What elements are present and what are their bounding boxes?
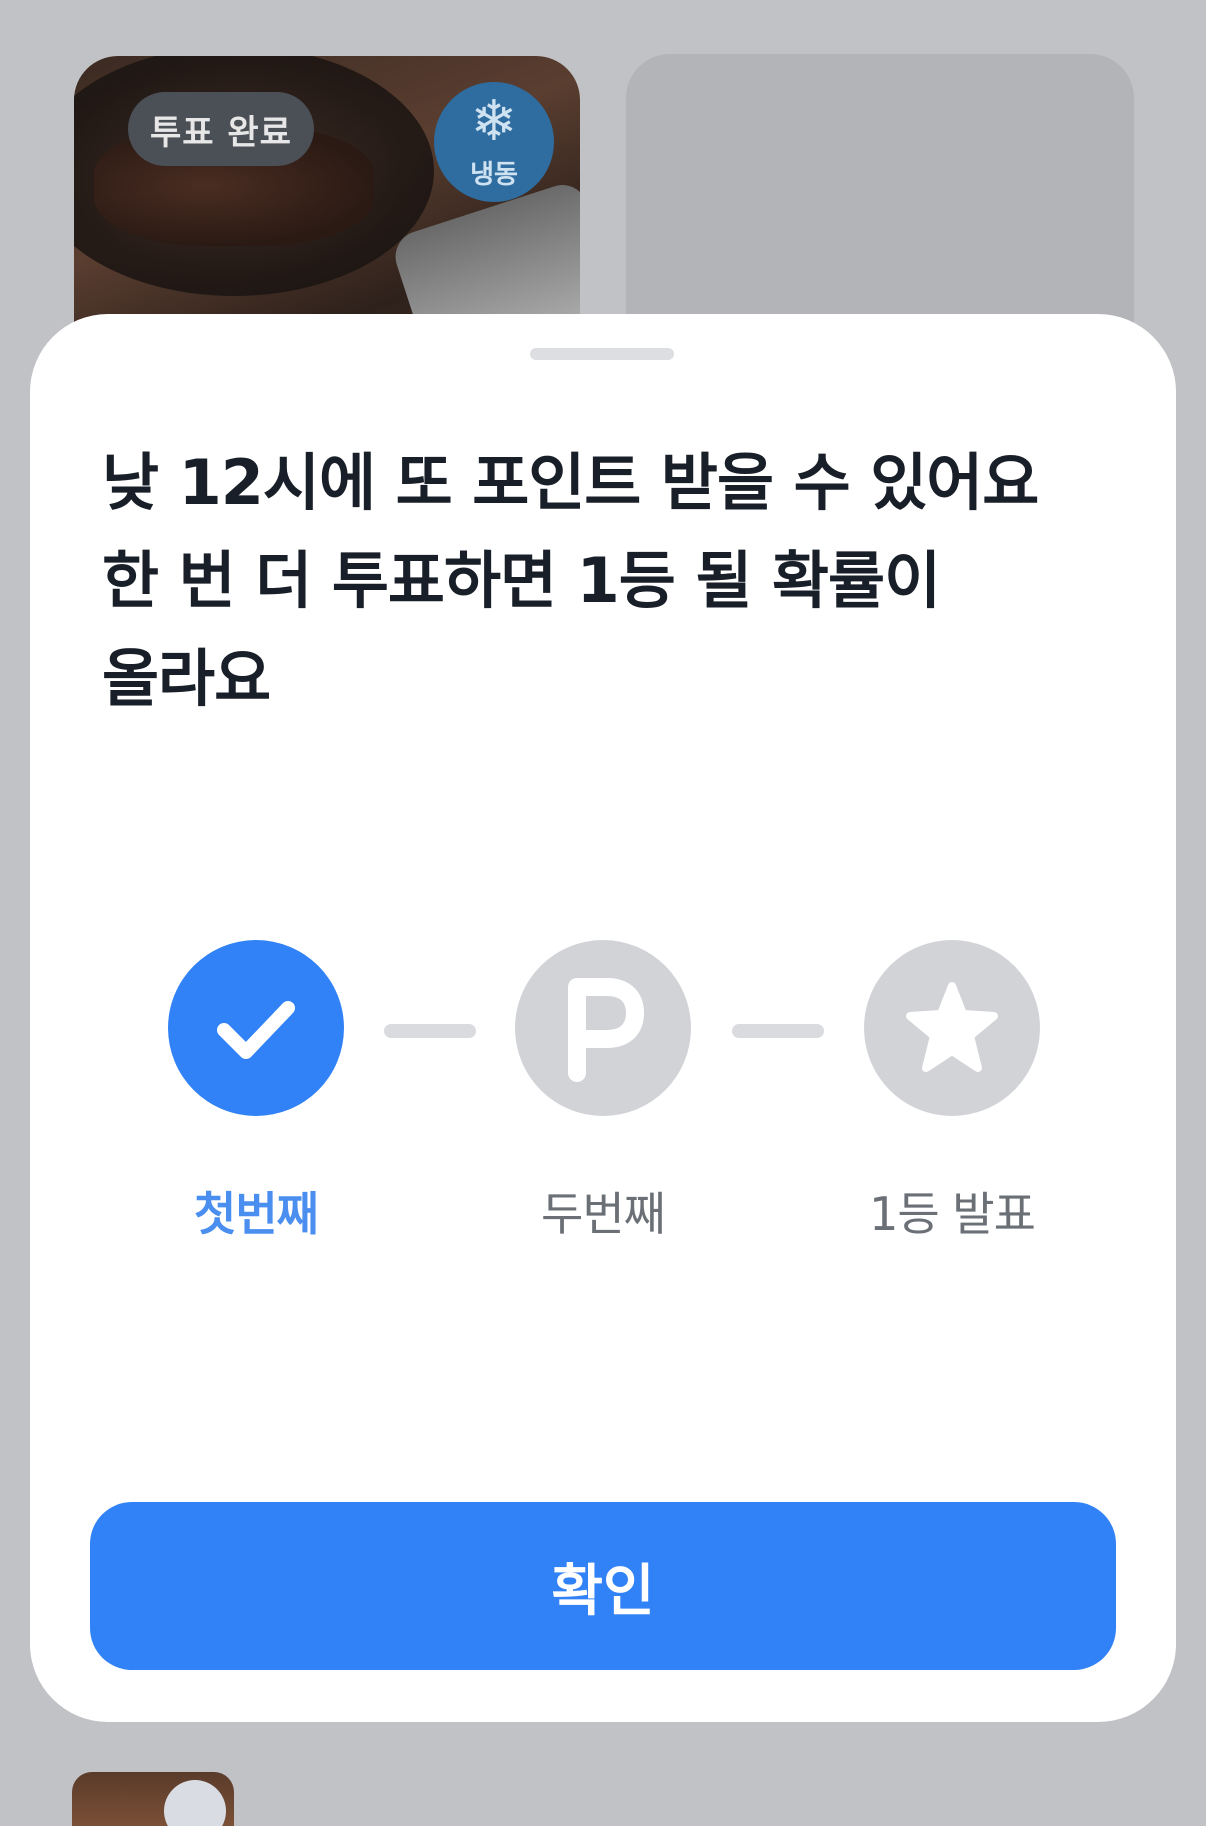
step-third-circle bbox=[864, 940, 1040, 1116]
award-badge-icon bbox=[164, 1780, 226, 1826]
frozen-badge: ❄ 냉동 bbox=[434, 82, 554, 202]
point-icon bbox=[568, 978, 644, 1082]
sheet-title-line: 한 번 더 투표하면 1등 될 확률이 bbox=[102, 544, 941, 617]
step-first-label: 첫번째 bbox=[194, 1187, 319, 1241]
step-second-circle bbox=[515, 940, 691, 1116]
step-first-circle bbox=[168, 940, 344, 1116]
step-second-label: 두번째 bbox=[541, 1187, 666, 1241]
progress-steps: 첫번째 두번째 1등 발표 bbox=[30, 940, 1176, 1241]
bottom-sheet: 낮 12시에 또 포인트 받을 수 있어요 한 번 더 투표하면 1등 될 확률… bbox=[30, 314, 1176, 1722]
step-third-label: 1등 발표 bbox=[869, 1187, 1036, 1241]
step-connector bbox=[732, 1024, 824, 1038]
step-connector bbox=[384, 1024, 476, 1038]
snowflake-icon: ❄ bbox=[470, 88, 518, 154]
confirm-button[interactable]: 확인 bbox=[90, 1502, 1116, 1670]
check-icon bbox=[217, 1001, 295, 1059]
sheet-title-line: 낮 12시에 또 포인트 받을 수 있어요 bbox=[102, 446, 1039, 519]
sheet-title: 낮 12시에 또 포인트 받을 수 있어요 한 번 더 투표하면 1등 될 확률… bbox=[102, 434, 1112, 728]
product-thumbnail bbox=[72, 1772, 234, 1826]
sheet-title-line: 올라요 bbox=[102, 642, 271, 715]
vote-complete-badge: 투표 완료 bbox=[128, 92, 314, 166]
frozen-badge-label: 냉동 bbox=[470, 159, 518, 190]
sheet-drag-handle[interactable] bbox=[530, 348, 674, 360]
star-icon bbox=[906, 982, 998, 1072]
